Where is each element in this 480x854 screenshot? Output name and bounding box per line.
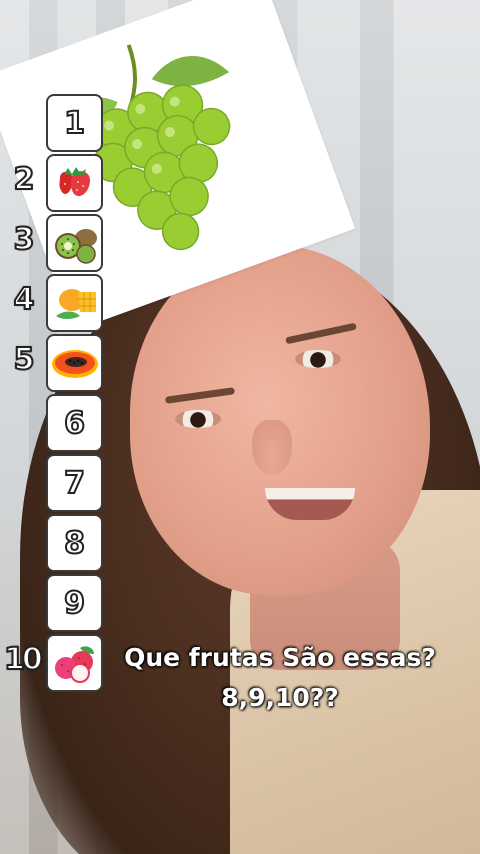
fruit-ranking-list: 1 2 3 4 5 6 7 8 9 10 [0,94,110,694]
rank-box-number: 1 [63,105,86,142]
rank-box [46,154,103,212]
rank-box: 1 [46,94,103,152]
rank-box: 8 [46,514,103,572]
rank-box-number: 7 [63,465,86,502]
mango-icon [55,289,96,319]
rank-box [46,634,103,692]
rank-row-10: 10 [0,634,110,692]
rank-row-7: 7 [0,454,110,512]
rank-row-1: 1 [0,94,110,152]
rank-row-5: 5 [0,334,110,392]
rank-row-3: 3 [0,214,110,272]
rank-row-9: 9 [0,574,110,632]
rank-label: 5 [13,341,36,378]
rank-row-6: 6 [0,394,110,452]
strawberry-icon [59,167,90,197]
rank-box-number: 8 [63,525,86,562]
right-eye [295,350,341,368]
rank-box: 9 [46,574,103,632]
video-frame: 1 2 3 4 5 6 7 8 9 10 Que frutas São essa… [0,0,480,854]
papaya-icon [51,350,98,378]
rank-label: 10 [3,641,44,678]
rank-box: 6 [46,394,103,452]
rank-row-2: 2 [0,154,110,212]
rank-label: 2 [13,161,36,198]
rank-box [46,214,103,272]
caption-line-2: 8,9,10?? [221,683,339,712]
rank-box: 7 [46,454,103,512]
lychee-icon [54,646,94,683]
caption-line-1: Que frutas São essas? [124,643,436,672]
rank-box [46,334,103,392]
rank-box [46,274,103,332]
rank-row-4: 4 [0,274,110,332]
caption-text: Que frutas São essas? 8,9,10?? [120,638,440,718]
rank-label: 3 [13,221,36,258]
rank-box-number: 9 [63,585,86,622]
kiwi-icon [54,229,97,264]
rank-row-8: 8 [0,514,110,572]
rank-box-number: 6 [63,405,86,442]
rank-label: 4 [13,281,36,318]
person-nose [252,420,292,475]
left-eye [175,410,221,428]
